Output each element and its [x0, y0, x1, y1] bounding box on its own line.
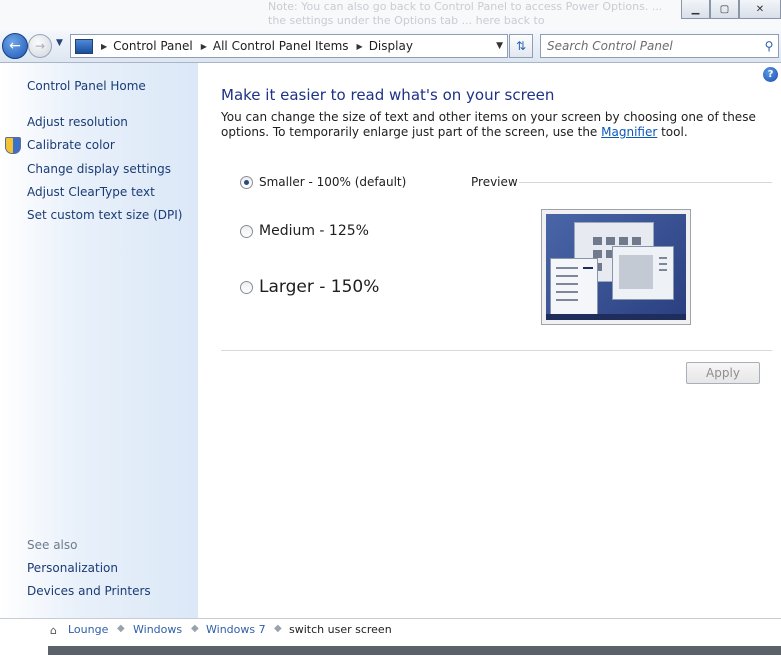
breadcrumb-separator-icon: ◆ — [274, 623, 282, 634]
radio-smaller[interactable] — [240, 175, 253, 189]
preview-tile — [619, 255, 653, 289]
chevron-right-icon[interactable]: ▶ — [101, 42, 107, 51]
back-arrow-icon: ← — [9, 38, 21, 54]
recent-pages-button[interactable]: ▼ — [56, 38, 63, 48]
close-icon: ✕ — [755, 3, 765, 15]
refresh-button[interactable]: ⇅ — [509, 34, 533, 58]
preview-line — [556, 275, 578, 277]
preview-line — [659, 269, 667, 271]
breadcrumb-display[interactable]: Display — [369, 39, 413, 53]
minimize-icon: ▁ — [691, 3, 700, 15]
sidebar-calibrate-color[interactable]: Calibrate color — [27, 138, 115, 152]
refresh-icon: ⇅ — [515, 39, 527, 53]
search-input[interactable]: Search Control Panel ⚲ — [540, 34, 779, 58]
breadcrumb-all-items[interactable]: All Control Panel Items — [213, 39, 349, 53]
option-larger[interactable]: Larger - 150% — [240, 277, 379, 297]
preview-tile — [593, 237, 602, 245]
search-icon[interactable]: ⚲ — [760, 39, 778, 53]
preview-window — [612, 246, 674, 300]
preview-line — [556, 299, 578, 301]
see-also-heading: See also — [27, 538, 78, 552]
sidebar-adjust-cleartype[interactable]: Adjust ClearType text — [27, 185, 155, 199]
shield-icon — [5, 137, 21, 154]
address-dropdown-icon[interactable]: ▼ — [496, 41, 503, 51]
magnifier-link[interactable]: Magnifier — [601, 125, 657, 139]
option-medium-label: Medium - 125% — [259, 223, 369, 239]
help-icon[interactable]: ? — [763, 67, 778, 82]
option-smaller-label: Smaller - 100% (default) — [259, 175, 407, 189]
navigation-bar: ← → ▼ ▶ Control Panel ▶ All Control Pane… — [0, 30, 781, 63]
background-window: Note: You can also go back to Control Pa… — [0, 0, 781, 30]
preview-line — [583, 267, 593, 269]
back-button[interactable]: ← — [2, 33, 28, 59]
preview-tile — [619, 237, 628, 245]
preview-tile — [606, 237, 615, 245]
content-separator — [221, 350, 772, 351]
bg-breadcrumb-current: switch user screen — [289, 623, 392, 636]
sidebar: Control Panel Home Adjust resolution Cal… — [0, 63, 198, 618]
chevron-down-icon: ▼ — [56, 38, 63, 48]
minimize-button[interactable]: ▁ — [681, 0, 710, 19]
preview-taskbar — [546, 314, 686, 320]
breadcrumb-separator-icon: ◆ — [117, 623, 125, 634]
preview-line — [659, 257, 667, 259]
sidebar-adjust-resolution[interactable]: Adjust resolution — [27, 115, 128, 129]
preview-line — [659, 263, 667, 265]
background-page-header — [48, 646, 781, 655]
preview-line — [556, 267, 578, 269]
preview-screen — [546, 214, 686, 320]
background-note-text: Note: You can also go back to Control Pa… — [268, 0, 663, 27]
chevron-right-icon[interactable]: ▶ — [357, 42, 363, 51]
page-title: Make it easier to read what's on your sc… — [221, 86, 555, 104]
breadcrumb-control-panel[interactable]: Control Panel — [113, 39, 193, 53]
preview-line — [556, 283, 578, 285]
maximize-icon: ▢ — [719, 3, 730, 15]
sidebar-personalization[interactable]: Personalization — [27, 561, 118, 575]
preview-tile — [632, 237, 641, 245]
sidebar-devices-printers[interactable]: Devices and Printers — [27, 584, 151, 598]
preview-window — [550, 258, 598, 318]
description-text-end: tool. — [657, 125, 688, 139]
window-controls: ▁ ▢ ✕ — [681, 0, 781, 20]
bg-breadcrumb-windows[interactable]: Windows — [133, 623, 182, 636]
preview-label: Preview — [471, 175, 518, 189]
preview-divider — [519, 182, 772, 183]
breadcrumb-separator-icon: ◆ — [191, 623, 199, 634]
radio-larger[interactable] — [240, 280, 253, 294]
preview-image — [541, 209, 691, 325]
address-bar[interactable]: ▶ Control Panel ▶ All Control Panel Item… — [70, 34, 508, 58]
chevron-right-icon[interactable]: ▶ — [201, 42, 207, 51]
bg-breadcrumb-lounge[interactable]: Lounge — [68, 623, 108, 636]
close-button[interactable]: ✕ — [739, 0, 781, 19]
sidebar-custom-text-size[interactable]: Set custom text size (DPI) — [27, 208, 182, 222]
sidebar-control-panel-home[interactable]: Control Panel Home — [27, 79, 146, 93]
option-medium[interactable]: Medium - 125% — [240, 223, 369, 239]
maximize-button[interactable]: ▢ — [710, 0, 739, 19]
sidebar-change-display-settings[interactable]: Change display settings — [27, 162, 171, 176]
home-icon[interactable]: ⌂ — [50, 624, 57, 637]
apply-button[interactable]: Apply — [686, 362, 760, 384]
bg-breadcrumb-windows7[interactable]: Windows 7 — [206, 623, 266, 636]
preview-tile — [593, 250, 602, 258]
radio-medium[interactable] — [240, 224, 253, 238]
option-larger-label: Larger - 150% — [259, 277, 380, 297]
forward-arrow-icon: → — [34, 39, 46, 53]
forward-button[interactable]: → — [28, 34, 52, 58]
option-smaller[interactable]: Smaller - 100% (default) — [240, 175, 406, 189]
control-panel-icon — [75, 38, 93, 54]
search-placeholder: Search Control Panel — [547, 39, 673, 53]
preview-line — [556, 291, 578, 293]
page-description: You can change the size of text and othe… — [221, 110, 761, 140]
